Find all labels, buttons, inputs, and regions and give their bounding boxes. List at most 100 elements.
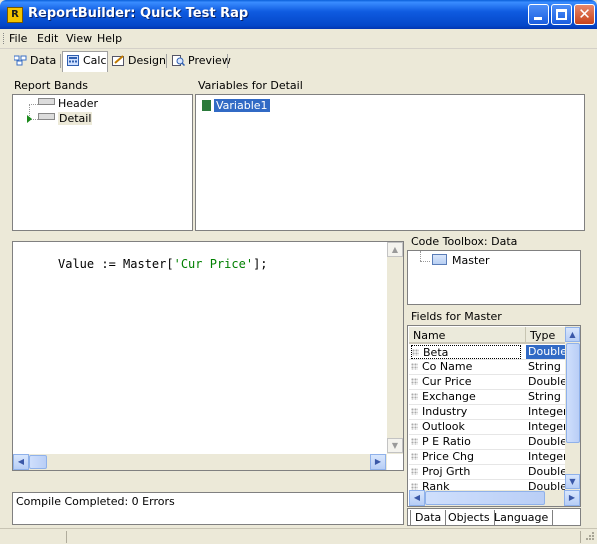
tab-data[interactable]: Data (10, 52, 56, 70)
band-detail[interactable]: Detail (38, 112, 93, 126)
scroll-left-icon[interactable]: ◀ (409, 490, 425, 506)
field-type: Integer (528, 420, 566, 433)
tab-data-label: Data (30, 54, 57, 67)
field-name-cell: Exchange (411, 390, 521, 404)
field-type: Double (528, 465, 566, 478)
variable-item[interactable]: Variable1 (202, 99, 270, 113)
scroll-up-icon[interactable]: ▲ (565, 327, 580, 342)
field-row[interactable]: Exchange String (409, 390, 565, 405)
menu-help[interactable]: Help (97, 32, 122, 45)
field-icon (411, 468, 418, 475)
tab-preview[interactable]: Preview (168, 52, 231, 70)
band-detail-label: Detail (58, 112, 93, 125)
close-button[interactable]: ✕ (574, 4, 595, 25)
field-type: Double (528, 375, 566, 388)
workspace-tab-bar: Data Calc Design Preview (0, 48, 597, 73)
code-string-literal: 'Cur Price' (173, 257, 254, 271)
column-header-name[interactable]: Name (409, 327, 526, 344)
field-name-cell: Co Name (411, 360, 521, 374)
band-header[interactable]: Header (38, 97, 98, 111)
tab-preview-label: Preview (188, 54, 231, 67)
scroll-down-icon[interactable]: ▼ (387, 438, 403, 453)
field-type: Integer (528, 450, 566, 463)
scroll-up-icon[interactable]: ▲ (387, 242, 403, 257)
field-icon (411, 393, 418, 400)
band-header-label: Header (58, 97, 99, 110)
toolbox-node-master[interactable]: Master (432, 254, 490, 268)
scroll-thumb[interactable] (29, 455, 47, 469)
scroll-thumb[interactable] (566, 343, 580, 443)
status-segment (68, 531, 581, 543)
fields-horizontal-scrollbar[interactable]: ◀ ▶ (409, 490, 580, 506)
code-toolbox-tree: Master (407, 250, 581, 305)
calc-icon (67, 55, 79, 66)
scroll-thumb[interactable] (425, 491, 545, 505)
report-bands-heading: Report Bands (12, 78, 194, 94)
scroll-left-icon[interactable]: ◀ (13, 454, 29, 470)
field-row[interactable]: Cur Price Double (409, 375, 566, 390)
status-segment (0, 531, 67, 543)
tab-calc[interactable]: Calc (62, 51, 108, 72)
field-row[interactable]: Proj Grth Double (409, 465, 566, 480)
scroll-down-icon[interactable]: ▼ (565, 474, 580, 489)
resize-grip-icon[interactable] (583, 531, 595, 543)
code-editor[interactable]: Value := Master['Cur Price']; ▲ ▼ ◀ ▶ (12, 241, 404, 471)
toolbox-tab-objects[interactable]: Objects (444, 510, 495, 525)
close-icon: ✕ (578, 5, 591, 23)
field-row[interactable]: Price Chg Integer (409, 450, 566, 465)
minimize-button[interactable] (528, 4, 549, 25)
compile-status: Compile Completed: 0 Errors (12, 492, 404, 525)
field-type: Double (526, 345, 566, 359)
field-name-cell: Beta (411, 345, 521, 359)
field-type: String (528, 360, 561, 373)
menu-edit[interactable]: Edit (37, 32, 58, 45)
compile-status-text: Compile Completed: 0 Errors (16, 495, 175, 508)
tab-design[interactable]: Design (108, 52, 166, 70)
toolbox-tab-data[interactable]: Data (410, 510, 447, 525)
field-icon (411, 483, 418, 490)
code-line: Value := Master['Cur Price']; (58, 257, 268, 271)
field-name-cell: Cur Price (411, 375, 521, 389)
field-row[interactable]: Industry Integer (409, 405, 566, 420)
fields-vertical-scrollbar[interactable]: ▲ ▼ (565, 326, 580, 490)
fields-heading: Fields for Master (409, 309, 583, 325)
field-type: Integer (528, 405, 566, 418)
toolbox-node-label: Master (452, 254, 490, 267)
field-name: Exchange (422, 390, 476, 403)
title-bar[interactable]: R ReportBuilder: Quick Test Rap ✕ (0, 0, 597, 29)
band-icon (38, 98, 55, 105)
field-row[interactable]: Co Name String (409, 360, 565, 375)
field-name-cell: Price Chg (411, 450, 521, 464)
field-icon (411, 423, 418, 430)
toolbox-tab-language[interactable]: Language (490, 510, 554, 525)
design-icon (112, 55, 124, 66)
table-icon (432, 254, 447, 265)
field-icon (411, 453, 418, 460)
field-row[interactable]: Outlook Integer (409, 420, 566, 435)
code-horizontal-scrollbar[interactable]: ◀ ▶ (13, 454, 387, 470)
field-name: Co Name (422, 360, 473, 373)
scroll-right-icon[interactable]: ▶ (564, 490, 580, 506)
report-bands-tree: Header Detail (12, 94, 193, 231)
field-type: String (528, 390, 561, 403)
field-name: Industry (422, 405, 468, 418)
scroll-right-icon[interactable]: ▶ (370, 454, 386, 470)
column-header-type[interactable]: Type (526, 327, 566, 344)
field-name-cell: Proj Grth (411, 465, 521, 479)
code-vertical-scrollbar[interactable]: ▲ ▼ (387, 242, 403, 454)
preview-icon (172, 55, 185, 66)
maximize-icon (556, 9, 567, 20)
menu-view[interactable]: View (66, 32, 92, 45)
field-name-cell: Outlook (411, 420, 521, 434)
menu-file[interactable]: File (9, 32, 27, 45)
field-row[interactable]: P E Ratio Double (409, 435, 566, 450)
code-toolbox-heading: Code Toolbox: Data (409, 234, 583, 250)
field-row[interactable]: Beta Double (409, 345, 566, 360)
menu-grip-icon (3, 33, 6, 44)
fields-grid: Name Type Beta Double Co Name String Cur P… (407, 325, 581, 507)
variables-list: Variable1 (195, 94, 585, 231)
tab-calc-label: Calc (83, 54, 107, 67)
field-icon (412, 349, 419, 356)
status-bar (0, 528, 597, 544)
maximize-button[interactable] (551, 4, 572, 25)
